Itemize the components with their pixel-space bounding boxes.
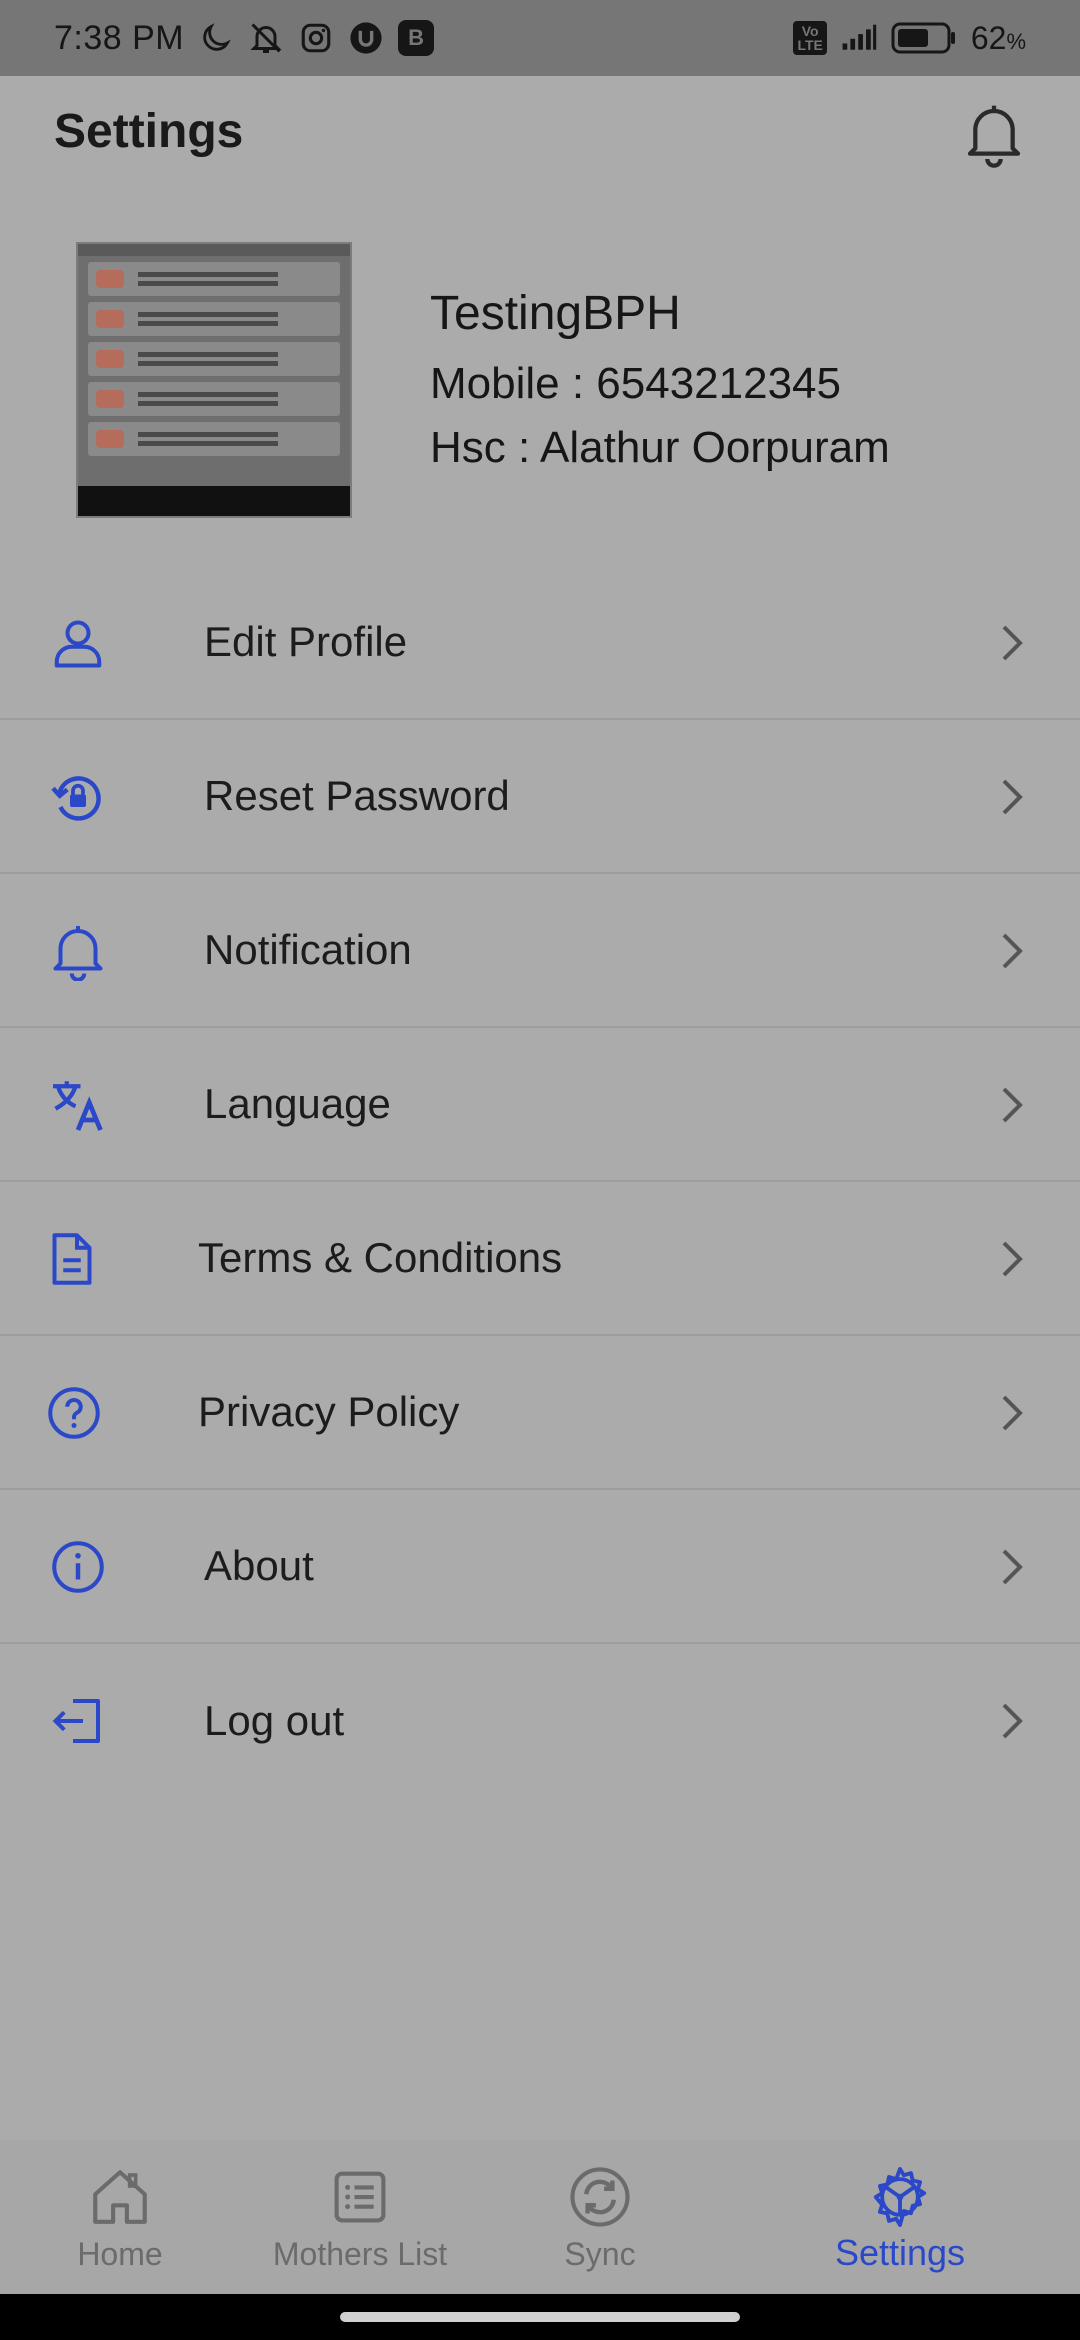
mute-vibrate-icon: [248, 20, 284, 56]
battery-icon: [891, 20, 957, 56]
sync-icon: [567, 2164, 633, 2230]
chevron-right-icon: [998, 1699, 1026, 1743]
menu-item-label: Language: [204, 1080, 391, 1127]
menu-item-about[interactable]: About: [0, 1490, 1080, 1644]
battery-percent: 62%: [970, 19, 1026, 56]
status-bar: 7:38 PM B Vo LTE 62%: [0, 0, 1080, 76]
help-circle-icon: [44, 1383, 104, 1443]
document-icon: [42, 1229, 102, 1289]
nav-item-home[interactable]: Home: [0, 2140, 240, 2294]
nav-label: Mothers List: [272, 2236, 448, 2272]
status-time: 7:38 PM: [54, 18, 185, 57]
chevron-right-icon: [998, 1237, 1026, 1281]
menu-item-label: Edit Profile: [204, 618, 408, 665]
nav-label: Home: [77, 2236, 163, 2272]
menu-item-log-out[interactable]: Log out: [0, 1644, 1080, 1798]
profile-name: TestingBPH: [430, 287, 681, 340]
moon-icon: [198, 20, 234, 56]
reset-lock-icon: [48, 767, 108, 827]
chevron-right-icon: [998, 621, 1026, 665]
home-gesture-handle[interactable]: [340, 2312, 740, 2322]
home-icon: [87, 2164, 153, 2230]
volte-icon: Vo LTE: [793, 21, 827, 55]
translate-icon: [48, 1075, 108, 1135]
app-u-icon: [348, 20, 384, 56]
person-icon: [48, 613, 108, 673]
list-icon: [327, 2164, 393, 2230]
profile-mobile: Mobile : 6543212345: [430, 359, 841, 408]
profile-card: TestingBPH Mobile : 6543212345 Hsc : Ala…: [0, 220, 1080, 540]
avatar[interactable]: [76, 242, 352, 518]
profile-info: TestingBPH Mobile : 6543212345 Hsc : Ala…: [430, 286, 890, 487]
status-icons-right: Vo LTE 62%: [793, 20, 1026, 57]
bell-icon: [48, 921, 108, 982]
menu-item-edit-profile[interactable]: Edit Profile: [0, 566, 1080, 720]
menu-item-language[interactable]: Language: [0, 1028, 1080, 1182]
menu-item-label: Privacy Policy: [198, 1388, 460, 1435]
menu-item-privacy-policy[interactable]: Privacy Policy: [0, 1336, 1080, 1490]
menu-item-terms-conditions[interactable]: Terms & Conditions: [0, 1182, 1080, 1336]
instagram-icon: [298, 20, 334, 56]
status-icons-left: B: [198, 20, 435, 56]
profile-hsc: Hsc : Alathur Oorpuram: [430, 423, 890, 472]
info-circle-icon: [48, 1537, 108, 1597]
menu-item-label: About: [204, 1542, 314, 1589]
menu-item-label: Log out: [204, 1697, 345, 1744]
menu-item-notification[interactable]: Notification: [0, 874, 1080, 1028]
chevron-right-icon: [998, 1391, 1026, 1435]
menu-item-label: Terms & Conditions: [198, 1234, 563, 1281]
chevron-right-icon: [998, 1545, 1026, 1589]
app-b-icon: B: [398, 20, 435, 56]
nav-item-settings[interactable]: Settings: [720, 2140, 1080, 2294]
chevron-right-icon: [998, 775, 1026, 819]
settings-menu: Edit Profile Reset Password Notification…: [0, 566, 1080, 1798]
settings-icon: [867, 2164, 933, 2230]
chevron-right-icon: [998, 1083, 1026, 1127]
menu-item-reset-password[interactable]: Reset Password: [0, 720, 1080, 874]
bottom-navigation: Home Mothers List Sync Settings: [0, 2140, 1080, 2294]
page-title: Settings: [54, 105, 244, 158]
menu-item-label: Reset Password: [204, 772, 510, 819]
chevron-right-icon: [998, 929, 1026, 973]
app-header: Settings: [0, 76, 1080, 194]
notification-bell-icon[interactable]: [962, 100, 1026, 170]
logout-icon: [48, 1691, 108, 1751]
menu-item-label: Notification: [204, 926, 412, 973]
nav-item-mothers-list[interactable]: Mothers List: [240, 2140, 480, 2294]
signal-icon: [841, 20, 877, 56]
nav-label: Sync: [564, 2236, 636, 2272]
nav-label: Settings: [834, 2232, 966, 2273]
nav-item-sync[interactable]: Sync: [480, 2140, 720, 2294]
